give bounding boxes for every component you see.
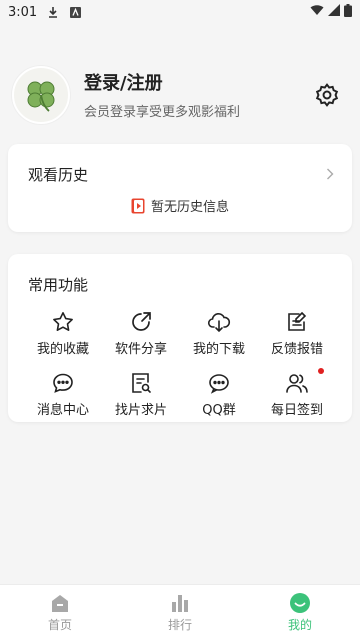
login-subtitle: 会员登录享受更多观影福利 [84,104,241,120]
tab-ranking[interactable]: 排行 [120,585,240,640]
feature-label: 找片求片 [114,403,167,418]
battery-icon [344,3,352,21]
status-bar: 3:01 [0,0,360,24]
wifi-icon [310,4,324,20]
clover-avatar-icon [27,81,55,112]
app-status-icon [69,6,81,18]
profile-header[interactable]: 登录/注册 会员登录享受更多观影福利 [12,66,348,124]
message-icon [53,373,73,393]
feature-daily-checkin[interactable]: 每日签到 [258,368,336,418]
feature-favorites[interactable]: 我的收藏 [24,310,102,357]
feedback-icon [288,311,307,331]
feature-find-movie[interactable]: 找片求片 [102,371,180,418]
features-grid: 我的收藏 软件分享 我的下载 反馈报错 消息中心 找片求片 QQ群 每日签到 [24,310,336,418]
star-icon [53,312,73,331]
signal-icon [328,4,340,20]
notification-badge [318,368,324,374]
feature-label: 每日签到 [270,403,323,418]
status-time: 3:01 [8,4,38,20]
history-title: 观看历史 [28,166,89,184]
cloud-download-icon [207,313,231,333]
feature-label: QQ群 [202,403,236,418]
feature-downloads[interactable]: 我的下载 [180,310,258,357]
feature-label: 消息中心 [36,403,89,418]
share-icon [132,312,151,331]
ranking-bars-icon [172,595,188,612]
watch-history-card[interactable]: 观看历史 暂无历史信息 [8,144,352,232]
feature-feedback[interactable]: 反馈报错 [258,310,336,357]
features-title: 常用功能 [28,276,89,294]
feature-label: 我的下载 [192,342,245,357]
bottom-tab-bar: 首页 排行 我的 [0,584,360,640]
chat-icon [209,374,229,394]
tab-label: 首页 [47,618,72,632]
feature-share[interactable]: 软件分享 [102,310,180,357]
empty-history-text: 暂无历史信息 [150,200,229,215]
smile-face-icon [290,593,310,613]
tab-home[interactable]: 首页 [0,585,120,640]
empty-history-message: 暂无历史信息 [8,196,352,215]
settings-gear-icon[interactable] [314,82,340,108]
feature-qq-group[interactable]: QQ群 [180,371,258,418]
tab-mine[interactable]: 我的 [240,585,360,640]
search-doc-icon [132,373,151,393]
feature-label: 我的收藏 [36,342,89,357]
feature-label: 软件分享 [114,342,167,357]
download-status-icon [47,6,59,18]
tab-label: 排行 [167,618,192,632]
common-features-card: 常用功能 我的收藏 软件分享 我的下载 反馈报错 消息中心 找片求片 QQ群 每… [8,254,352,422]
login-register-link[interactable]: 登录/注册 [84,71,240,97]
home-icon [52,595,68,612]
users-icon [286,374,308,393]
chevron-right-icon[interactable] [326,168,334,184]
avatar[interactable] [12,66,70,124]
feature-label: 反馈报错 [270,342,323,357]
feature-messages[interactable]: 消息中心 [24,371,102,418]
history-doc-icon [131,198,145,213]
tab-label: 我的 [287,618,312,632]
